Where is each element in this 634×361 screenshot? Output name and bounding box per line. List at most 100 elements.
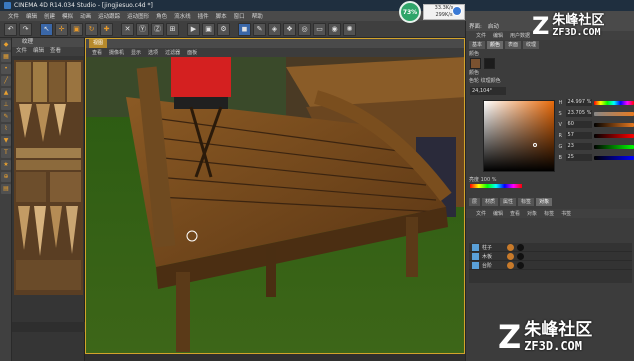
list-item[interactable]: 柱子	[469, 243, 632, 252]
menu-motion-tracking[interactable]: 运动跟踪	[98, 12, 120, 20]
slider-value-s[interactable]: 23.705 %	[565, 110, 592, 117]
slider-bar-r[interactable]	[593, 133, 634, 138]
axis-y-icon[interactable]: Ⓨ	[136, 22, 149, 36]
floor-icon[interactable]: ▭	[313, 22, 326, 36]
texture-menu-edit[interactable]: 编辑	[33, 47, 44, 56]
menu-file[interactable]: 文件	[8, 12, 19, 20]
array-icon[interactable]: ❖	[283, 22, 296, 36]
texture-menu-file[interactable]: 文件	[16, 47, 27, 56]
light-icon[interactable]: ✺	[343, 22, 356, 36]
scale-icon[interactable]: ▣	[70, 22, 83, 36]
tab-texture[interactable]: 纹理	[523, 41, 540, 49]
om-menu-bookmarks[interactable]: 书签	[561, 210, 571, 217]
scene-render[interactable]	[86, 57, 465, 354]
lock-icon[interactable]: ▤	[1, 184, 11, 194]
camera-icon[interactable]: ◉	[328, 22, 341, 36]
om-menu-objects[interactable]: 对象	[527, 210, 537, 217]
om-menu-view[interactable]: 查看	[510, 210, 520, 217]
fill-icon[interactable]: ▼	[1, 136, 11, 146]
render-view-icon[interactable]: ▶	[187, 22, 200, 36]
coordinate-icon[interactable]: ⊞	[166, 22, 179, 36]
pen-icon[interactable]: ✎	[253, 22, 266, 36]
list-item[interactable]: 台阶	[469, 261, 632, 270]
redo-icon[interactable]: ↷	[19, 22, 32, 36]
tab-view[interactable]: 视图	[89, 39, 108, 48]
move-icon[interactable]: ✛	[55, 22, 68, 36]
slider-bar-b[interactable]	[593, 155, 634, 160]
menu-create[interactable]: 创建	[44, 12, 55, 20]
tab-objects[interactable]: 对象	[536, 198, 553, 206]
points-mode-icon[interactable]: •	[1, 64, 11, 74]
swatch-primary[interactable]	[470, 58, 481, 69]
attr-menu-edit[interactable]: 编辑	[493, 32, 503, 39]
material-tag-icon[interactable]	[507, 243, 514, 251]
undo-icon[interactable]: ↶	[4, 22, 17, 36]
slider-bar-v[interactable]	[593, 122, 634, 127]
menu-simulate[interactable]: 模拟	[62, 12, 73, 20]
cube-icon[interactable]: ◼	[238, 22, 251, 36]
menu-mograph[interactable]: 运动图形	[127, 12, 149, 20]
slider-bar-s[interactable]	[593, 111, 634, 116]
tweak-icon[interactable]: ✎	[1, 112, 11, 122]
tab-materials[interactable]: 材质	[482, 198, 499, 206]
viewport-menu-view[interactable]: 查看	[92, 49, 102, 56]
tab-layers[interactable]: 层	[469, 198, 481, 206]
layout-value[interactable]: 启动	[488, 22, 499, 30]
slider-value-b[interactable]: 25	[565, 154, 592, 161]
polygons-mode-icon[interactable]: ▲	[1, 88, 11, 98]
texture-tag-icon[interactable]	[517, 243, 524, 251]
menu-plugins[interactable]: 插件	[198, 12, 209, 20]
menu-window[interactable]: 窗口	[234, 12, 245, 20]
menu-edit[interactable]: 编辑	[26, 12, 37, 20]
deformer-icon[interactable]: ◎	[298, 22, 311, 36]
tab-surface[interactable]: 表面	[505, 41, 522, 49]
texture-tag-icon[interactable]	[517, 252, 524, 260]
om-menu-tags[interactable]: 标签	[544, 210, 554, 217]
texture-menu-view[interactable]: 查看	[50, 47, 61, 56]
viewport-menu-display[interactable]: 显示	[131, 49, 141, 56]
tab-tags[interactable]: 标签	[518, 198, 535, 206]
brightness-value[interactable]: 100 %	[481, 177, 497, 183]
material-tag-icon[interactable]	[507, 261, 514, 269]
edges-mode-icon[interactable]: ╱	[1, 76, 11, 86]
menu-pipeline[interactable]: 流水线	[174, 12, 191, 20]
slider-value-r[interactable]: 57	[565, 132, 592, 139]
material-tag-icon[interactable]	[507, 252, 514, 260]
render-icon[interactable]: ▣	[202, 22, 215, 36]
color-picker-square[interactable]	[483, 100, 555, 172]
snap-icon[interactable]: ⊕	[1, 172, 11, 182]
slider-bar-h[interactable]	[593, 100, 634, 105]
hex-field[interactable]: 24,104°	[470, 87, 506, 95]
texture-mode-icon[interactable]: ▦	[1, 52, 11, 62]
axis-mode-icon[interactable]: ⊥	[1, 100, 11, 110]
tab-color[interactable]: 颜色	[487, 41, 504, 49]
viewport[interactable]: 视图 查看 摄像机 显示 选项 过滤器 面板	[85, 38, 465, 354]
color-picker-cursor[interactable]	[533, 143, 537, 147]
viewport-menu-filter[interactable]: 过滤器	[165, 49, 180, 56]
attr-menu-userdata[interactable]: 用户数据	[510, 32, 530, 39]
slider-value-h[interactable]: 24.997 %	[565, 99, 592, 106]
rotate-icon[interactable]: ↻	[85, 22, 98, 36]
subdivide-icon[interactable]: ◈	[268, 22, 281, 36]
star-tool-icon[interactable]: ★	[1, 160, 11, 170]
viewport-menu-options[interactable]: 选项	[148, 49, 158, 56]
viewport-menu-camera[interactable]: 摄像机	[109, 49, 124, 56]
viewport-menu-panel[interactable]: 面板	[187, 49, 197, 56]
color-mode-value[interactable]: 纹理颜色	[481, 78, 501, 84]
texture-atlas[interactable]	[14, 60, 83, 295]
select-icon[interactable]: ↖	[40, 22, 53, 36]
tab-basic[interactable]: 基本	[469, 41, 486, 49]
text-tool-icon[interactable]: T	[1, 148, 11, 158]
om-menu-file[interactable]: 文件	[476, 210, 486, 217]
model-mode-icon[interactable]: ◆	[1, 40, 11, 50]
slider-bar-g[interactable]	[593, 144, 634, 149]
axis-x-icon[interactable]: ✕	[121, 22, 134, 36]
recent-tools-icon[interactable]: ✚	[100, 22, 113, 36]
slider-value-g[interactable]: 23	[565, 143, 592, 150]
tab-attributes[interactable]: 属性	[500, 198, 517, 206]
list-item[interactable]: 木板	[469, 252, 632, 261]
swatch-secondary[interactable]	[484, 58, 495, 69]
menu-animate[interactable]: 动画	[80, 12, 91, 20]
brush-icon[interactable]: ⌇	[1, 124, 11, 134]
color-mode-label[interactable]: 色轮	[469, 78, 479, 84]
